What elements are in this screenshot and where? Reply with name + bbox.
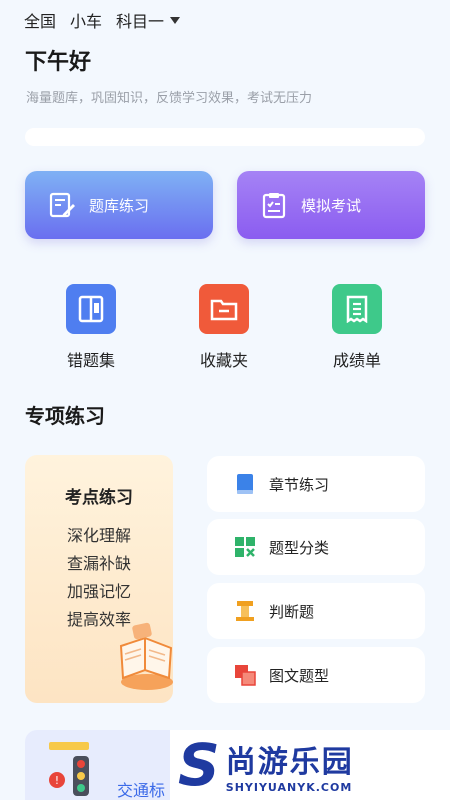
watermark-en: SHYIYUANYK.COM bbox=[225, 780, 353, 794]
greeting: 下午好 bbox=[25, 50, 92, 75]
vehicle-selector[interactable]: 小车 bbox=[70, 8, 102, 32]
scores-label: 成绩单 bbox=[332, 351, 381, 370]
clipboard-icon bbox=[262, 193, 286, 219]
pillar-icon bbox=[236, 601, 254, 621]
wrong-book-icon bbox=[66, 284, 116, 334]
topic-practice-points: 深化理解 查漏补缺 加强记忆 提高效率 bbox=[25, 522, 173, 634]
open-book-icon bbox=[119, 622, 173, 690]
chapter-practice-button[interactable]: 章节练习 bbox=[207, 456, 425, 512]
wrong-questions-button[interactable]: 错题集 bbox=[51, 284, 131, 371]
topic-practice-card[interactable]: 考点练习 深化理解 查漏补缺 加强记忆 提高效率 bbox=[25, 455, 173, 703]
section-title: 专项练习 bbox=[25, 404, 105, 428]
traffic-sign-label: 交通标 bbox=[117, 781, 166, 800]
question-bank-label: 题库练习 bbox=[89, 196, 150, 215]
svg-text:!: ! bbox=[55, 774, 59, 787]
picture-text-button[interactable]: 图文题型 bbox=[207, 647, 425, 703]
topic-point: 查漏补缺 bbox=[66, 554, 131, 573]
notice-strip bbox=[25, 128, 425, 146]
book-icon bbox=[237, 474, 253, 494]
question-type-label: 题型分类 bbox=[269, 538, 330, 557]
subtitle: 海量题库，巩固知识，反馈学习效果，考试无压力 bbox=[26, 91, 313, 106]
watermark-logo: S 尚游乐园 SHYIYUANYK.COM bbox=[170, 730, 450, 800]
top-bar: 全国 小车 科目一 bbox=[24, 8, 181, 32]
favorites-button[interactable]: 收藏夹 bbox=[184, 284, 264, 371]
subject-selector[interactable]: 科目一 bbox=[116, 8, 181, 32]
chevron-down-icon bbox=[170, 16, 181, 24]
wrong-questions-label: 错题集 bbox=[66, 351, 115, 370]
picture-text-label: 图文题型 bbox=[269, 666, 330, 685]
subject-label: 科目一 bbox=[116, 12, 165, 31]
question-bank-button[interactable]: 题库练习 bbox=[25, 171, 213, 239]
edit-note-icon bbox=[49, 192, 75, 218]
topic-practice-title: 考点练习 bbox=[65, 488, 133, 508]
traffic-light-icon: ! bbox=[49, 742, 89, 796]
true-false-label: 判断题 bbox=[269, 602, 315, 621]
image-squares-icon bbox=[235, 665, 256, 686]
receipt-icon bbox=[332, 284, 382, 334]
region-selector[interactable]: 全国 bbox=[24, 8, 56, 32]
chapter-practice-label: 章节练习 bbox=[269, 475, 330, 494]
topic-point: 深化理解 bbox=[66, 526, 131, 545]
watermark-cn: 尚游乐园 bbox=[225, 744, 354, 780]
watermark-letter: S bbox=[178, 731, 220, 799]
true-false-button[interactable]: 判断题 bbox=[207, 583, 425, 639]
topic-point: 加强记忆 bbox=[66, 582, 131, 601]
grid-icon bbox=[235, 537, 255, 557]
favorites-label: 收藏夹 bbox=[199, 351, 248, 370]
question-type-button[interactable]: 题型分类 bbox=[207, 519, 425, 575]
mock-exam-button[interactable]: 模拟考试 bbox=[237, 171, 425, 239]
folder-icon bbox=[199, 284, 249, 334]
mock-exam-label: 模拟考试 bbox=[301, 196, 362, 215]
scores-button[interactable]: 成绩单 bbox=[317, 284, 397, 371]
